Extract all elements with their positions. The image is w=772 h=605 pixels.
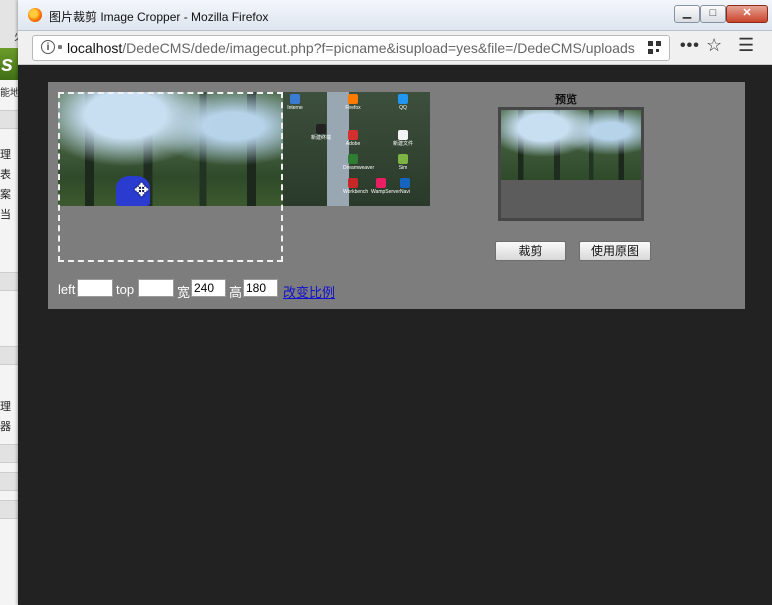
desktop-screenshot-region: Interne Firefox QQ 新建终端 Adobe 新建文件 Dreamweaver… [283,92,430,206]
url-host: localhost [67,40,123,56]
page-actions-icon[interactable]: ••• [680,37,700,55]
minimize-button[interactable]: ▁ [674,5,700,23]
background-menu-item[interactable]: 案 [0,186,11,202]
height-input[interactable] [243,279,278,297]
width-input[interactable] [191,279,226,297]
desktop-icon: Sim [393,154,413,171]
top-label: top [116,282,135,297]
desktop-app-icon [348,154,358,164]
desktop-app-icon [376,178,386,188]
desktop-app-icon [398,94,408,104]
firefox-window: 图片裁剪 Image Cropper - Mozilla Firefox ▁ □… [18,0,772,605]
desktop-icon-label: 新建文件 [393,141,414,147]
desktop-icon-label: Navi [399,189,410,195]
desktop-icon-label: Workbench [343,189,369,195]
preview-label: 预览 [555,94,577,106]
desktop-app-icon [348,178,358,188]
title-bar[interactable]: 图片裁剪 Image Cropper - Mozilla Firefox ▁ □… [18,0,772,31]
desktop-icon-label: Firefox [345,105,361,111]
window-title: 图片裁剪 Image Cropper - Mozilla Firefox [49,10,269,24]
left-input[interactable] [77,279,113,297]
background-menu-item[interactable]: 表 [0,166,11,182]
desktop-app-icon [290,94,300,104]
left-label: left [58,282,76,297]
navigation-bar: i localhost/DedeCMS/dede/imagecut.php?f=… [18,31,772,65]
desktop-icon-label: 新建终端 [311,135,332,141]
desktop-icon-label: Dreamweaver [343,165,375,171]
site-info-icon[interactable]: i [41,40,55,54]
desktop-icon-label: Adobe [345,141,361,147]
url-path: /DedeCMS/dede/imagecut.php?f=picname&isu… [122,40,635,56]
background-menu-item[interactable]: 当 [0,206,11,222]
desktop-icon: Adobe [343,130,363,147]
desktop-icon: Navi [395,178,415,195]
desktop-icon-label: QQ [399,105,407,111]
height-label: 高 [229,285,243,300]
connection-icon [58,45,62,49]
desktop-icon: Workbench [343,178,368,195]
desktop-icon-label: Sim [398,165,408,171]
desktop-app-icon [400,178,410,188]
maximize-button[interactable]: □ [700,5,726,23]
firefox-icon [28,8,42,22]
desktop-icon: Dreamweaver [343,154,374,171]
page-content: ✥ Interne Firefox QQ 新建终端 Adobe 新建文件 Dreamweav… [18,65,772,605]
crop-selection-box[interactable] [58,92,283,262]
desktop-app-icon [348,130,358,140]
desktop-app-icon [348,94,358,104]
preview-image [501,110,641,180]
desktop-icon: QQ [393,94,413,111]
background-subtitle: 能地 [0,88,20,99]
close-button[interactable]: ✕ [726,5,768,23]
desktop-icon: WampServer [371,178,400,195]
hamburger-menu-icon[interactable]: ☰ [738,35,754,56]
cropper-panel: ✥ Interne Firefox QQ 新建终端 Adobe 新建文件 Dreamweav… [48,82,745,309]
desktop-icon: 新建终端 [311,124,331,141]
background-menu-item[interactable]: 理 [0,398,11,414]
change-ratio-link[interactable]: 改变比例 [283,282,335,301]
qr-code-button[interactable] [641,36,669,60]
desktop-icon-label: Interne [287,105,303,111]
desktop-icon: Firefox [343,94,363,111]
crop-button[interactable]: 裁剪 [495,241,566,261]
use-original-button[interactable]: 使用原图 [579,241,651,261]
bookmark-star-icon[interactable]: ☆ [706,35,722,56]
background-menu-item[interactable]: 理 [0,146,11,162]
url-bar[interactable]: i localhost/DedeCMS/dede/imagecut.php?f=… [32,35,670,61]
qr-code-icon [648,41,661,54]
desktop-app-icon [398,130,408,140]
top-input[interactable] [138,279,174,297]
background-menu-item[interactable]: 器 [0,418,11,434]
width-label: 宽 [177,285,191,300]
desktop-icon: Interne [285,94,305,111]
desktop-icon: 新建文件 [393,130,413,147]
url-text[interactable]: localhost/DedeCMS/dede/imagecut.php?f=pi… [67,40,635,56]
desktop-app-icon [398,154,408,164]
desktop-app-icon [316,124,326,134]
preview-box [498,107,644,221]
